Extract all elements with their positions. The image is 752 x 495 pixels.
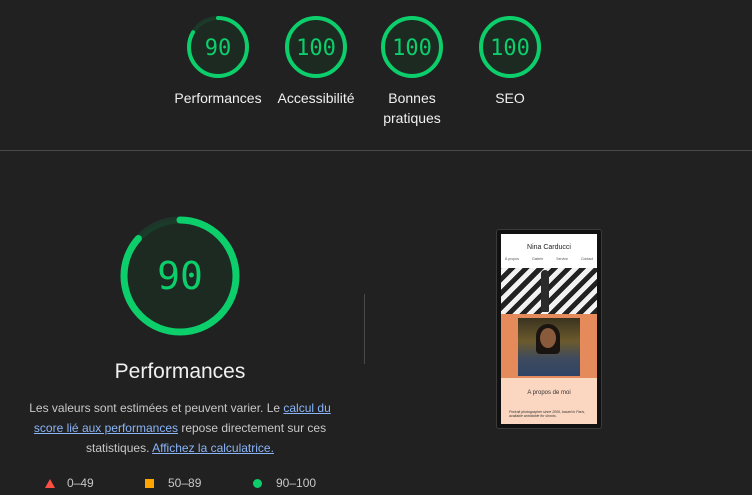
gauge-label: Accessibilité <box>266 88 366 108</box>
portrait-photo <box>518 318 580 376</box>
site-nav-item: Galerie <box>532 257 544 261</box>
gauge-score: 90 <box>205 36 232 61</box>
final-screenshot[interactable]: Nina Carducci À propos Galerie Service C… <box>496 229 602 429</box>
gauge-score: 100 <box>296 36 336 61</box>
gauge-label: SEO <box>460 88 560 108</box>
gauge-ring: 100 <box>381 16 443 78</box>
site-nav: À propos Galerie Service Contact <box>505 257 593 261</box>
gauge-seo[interactable]: 100 SEO <box>460 14 560 108</box>
gauge-label-line: SEO <box>495 90 525 106</box>
gauge-performance[interactable]: 90 Performances <box>168 14 268 108</box>
site-nav-item: À propos <box>505 257 520 261</box>
vertical-divider <box>364 294 365 364</box>
gauge-label-line: pratiques <box>383 110 441 126</box>
about-heading: A propos de moi <box>527 390 571 396</box>
gauge-score: 100 <box>392 36 432 61</box>
gauge-label: Performances <box>168 88 268 108</box>
gauge-score: 100 <box>490 36 530 61</box>
square-icon <box>145 478 154 488</box>
site-title: Nina Carducci <box>527 244 571 251</box>
hero-person <box>541 270 549 312</box>
hero-image <box>501 268 597 314</box>
portrait-face <box>540 328 556 348</box>
performance-title: Performances <box>114 360 246 383</box>
legend-item-average: 50–89 <box>145 476 201 490</box>
calculator-link[interactable]: Affichez la calculatrice. <box>152 441 274 455</box>
legend-range: 0–49 <box>67 476 94 490</box>
legend-item-fail: 0–49 <box>45 476 94 490</box>
performance-gauge-ring: 90 <box>120 216 240 336</box>
circle-icon <box>253 478 262 488</box>
score-legend: 0–49 50–89 90–100 <box>0 476 360 494</box>
triangle-icon <box>45 478 55 488</box>
gauge-label-line: Bonnes <box>388 90 436 106</box>
about-text: Portrait photographer since 2006, based … <box>509 410 586 418</box>
site-nav-item: Contact <box>580 257 593 261</box>
gauge-label-line: Accessibilité <box>277 90 355 106</box>
gauge-label-line: Performances <box>174 90 262 106</box>
category-gauges: 90 Performances 100 Accessibilité 100 Bo… <box>0 0 752 150</box>
gauge-ring: 100 <box>285 16 347 78</box>
gauge-ring: 90 <box>187 16 249 78</box>
legend-range: 50–89 <box>168 476 202 490</box>
gauge-ring: 100 <box>479 16 541 78</box>
site-nav-item: Service <box>556 257 568 261</box>
legend-range: 90–100 <box>276 476 317 490</box>
performance-description: Les valeurs sont estimées et peuvent var… <box>20 398 340 458</box>
performance-score: 90 <box>157 254 203 298</box>
gauge-label: Bonnes pratiques <box>362 88 462 128</box>
performance-gauge: 90 <box>118 214 242 338</box>
legend-item-pass: 90–100 <box>253 476 316 490</box>
gauge-best-practices[interactable]: 100 Bonnes pratiques <box>362 14 462 128</box>
description-text: Les valeurs sont estimées et peuvent var… <box>29 401 284 415</box>
section-divider <box>0 150 752 151</box>
screenshot-page: Nina Carducci À propos Galerie Service C… <box>501 234 597 424</box>
gauge-accessibility[interactable]: 100 Accessibilité <box>266 14 366 108</box>
